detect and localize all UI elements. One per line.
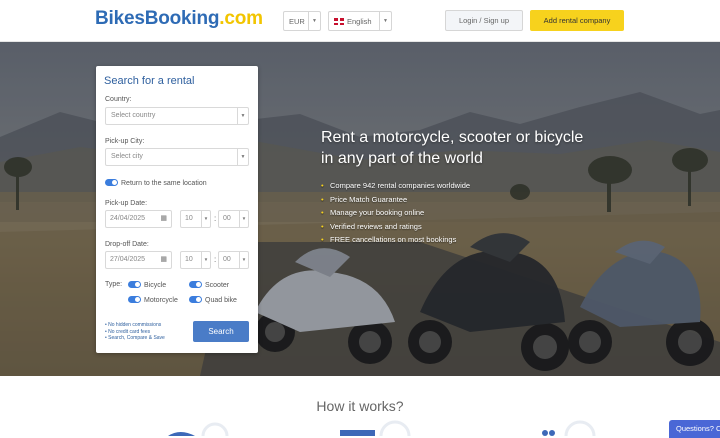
hero-title-line2: in any part of the world bbox=[321, 150, 483, 167]
type-label-scooter: Scooter bbox=[205, 282, 230, 289]
type-label-bicycle: Bicycle bbox=[144, 282, 167, 289]
feature-item: FREE cancellations on most bookings bbox=[321, 233, 641, 247]
hero-title: Rent a motorcycle, scooter or bicycle in… bbox=[321, 127, 641, 169]
login-button[interactable]: Login / Sign up bbox=[445, 10, 523, 31]
dropoff-minute-value: 00 bbox=[223, 256, 231, 263]
pickup-minute-select[interactable]: 00 ▼ bbox=[218, 210, 249, 228]
note-item: Search, Compare & Save bbox=[105, 335, 165, 342]
chevron-down-icon: ▼ bbox=[239, 211, 248, 227]
dropoff-date-value: 27/04/2025 bbox=[110, 256, 146, 263]
dropoff-minute-select[interactable]: 00 ▼ bbox=[218, 251, 249, 269]
city-placeholder: Select city bbox=[111, 153, 143, 160]
feature-item: Compare 942 rental companies worldwide bbox=[321, 179, 641, 193]
language-select[interactable]: English ▼ bbox=[328, 11, 392, 31]
return-same-location-label: Return to the same location bbox=[121, 180, 207, 187]
chevron-down-icon: ▼ bbox=[237, 149, 248, 165]
search-button[interactable]: Search bbox=[193, 321, 249, 342]
pickup-minute-value: 00 bbox=[223, 215, 231, 222]
pickup-date-input[interactable]: 24/04/2025 ▦ bbox=[105, 210, 172, 228]
type-label: Type: bbox=[105, 281, 123, 288]
questions-chat-button[interactable]: Questions? C bbox=[669, 420, 720, 438]
type-toggle-scooter[interactable]: Scooter bbox=[189, 281, 229, 289]
chevron-down-icon: ▼ bbox=[379, 12, 391, 30]
pickup-date-value: 24/04/2025 bbox=[110, 215, 146, 222]
chevron-down-icon: ▼ bbox=[308, 12, 320, 30]
toggle-switch-icon bbox=[189, 296, 202, 303]
type-label-quad-bike: Quad bike bbox=[205, 297, 237, 304]
chevron-down-icon: ▼ bbox=[201, 252, 210, 268]
dropoff-hour-value: 10 bbox=[185, 256, 193, 263]
feature-item: Verified reviews and ratings bbox=[321, 220, 641, 234]
search-card: Search for a rental Country: Select coun… bbox=[96, 66, 258, 353]
pickup-hour-select[interactable]: 10 ▼ bbox=[180, 210, 211, 228]
country-placeholder: Select country bbox=[111, 112, 156, 119]
benefits-notes: No hidden commissions No credit card fee… bbox=[105, 322, 165, 342]
feature-item: Price Match Guarantee bbox=[321, 193, 641, 207]
toggle-switch-icon bbox=[189, 281, 202, 288]
note-item: No hidden commissions bbox=[105, 322, 165, 329]
pickup-hour-value: 10 bbox=[185, 215, 193, 222]
chevron-down-icon: ▼ bbox=[201, 211, 210, 227]
chevron-down-icon: ▼ bbox=[239, 252, 248, 268]
calendar-icon: ▦ bbox=[160, 215, 167, 222]
how-it-works-heading: How it works? bbox=[316, 398, 404, 414]
currency-value: EUR bbox=[289, 17, 305, 26]
dropoff-hour-select[interactable]: 10 ▼ bbox=[180, 251, 211, 269]
type-toggle-quad-bike[interactable]: Quad bike bbox=[189, 296, 237, 304]
country-select[interactable]: Select country ▼ bbox=[105, 107, 249, 125]
search-title: Search for a rental bbox=[104, 75, 195, 87]
features-list: Compare 942 rental companies worldwide P… bbox=[321, 179, 641, 247]
calendar-icon: ▦ bbox=[160, 256, 167, 263]
dropoff-date-input[interactable]: 27/04/2025 ▦ bbox=[105, 251, 172, 269]
pickup-date-label: Pick-up Date: bbox=[105, 200, 148, 207]
site-logo[interactable]: BikesBooking.com bbox=[95, 8, 263, 30]
logo-text: BikesBooking bbox=[95, 8, 220, 29]
chevron-down-icon: ▼ bbox=[237, 108, 248, 124]
city-select[interactable]: Select city ▼ bbox=[105, 148, 249, 166]
currency-select[interactable]: EUR ▼ bbox=[283, 11, 321, 31]
hero-title-line1: Rent a motorcycle, scooter or bicycle bbox=[321, 129, 584, 146]
language-value: English bbox=[347, 17, 372, 26]
return-same-location-toggle[interactable]: Return to the same location bbox=[105, 179, 207, 187]
country-label: Country: bbox=[105, 96, 132, 103]
add-rental-company-button[interactable]: Add rental company bbox=[530, 10, 624, 31]
type-toggle-bicycle[interactable]: Bicycle bbox=[128, 281, 166, 289]
time-separator: : bbox=[214, 255, 217, 264]
toggle-switch-icon bbox=[128, 281, 141, 288]
type-toggle-motorcycle[interactable]: Motorcycle bbox=[128, 296, 178, 304]
type-label-motorcycle: Motorcycle bbox=[144, 297, 178, 304]
toggle-switch-icon bbox=[128, 296, 141, 303]
logo-domain: .com bbox=[219, 8, 263, 29]
feature-item: Manage your booking online bbox=[321, 206, 641, 220]
toggle-switch-icon bbox=[105, 179, 118, 186]
dropoff-date-label: Drop-off Date: bbox=[105, 241, 149, 248]
uk-flag-icon bbox=[334, 18, 344, 25]
time-separator: : bbox=[214, 214, 217, 223]
site-header: BikesBooking.com EUR ▼ English ▼ Login /… bbox=[0, 0, 720, 42]
city-label: Pick-up City: bbox=[105, 138, 145, 145]
hero-text: Rent a motorcycle, scooter or bicycle in… bbox=[321, 127, 641, 247]
